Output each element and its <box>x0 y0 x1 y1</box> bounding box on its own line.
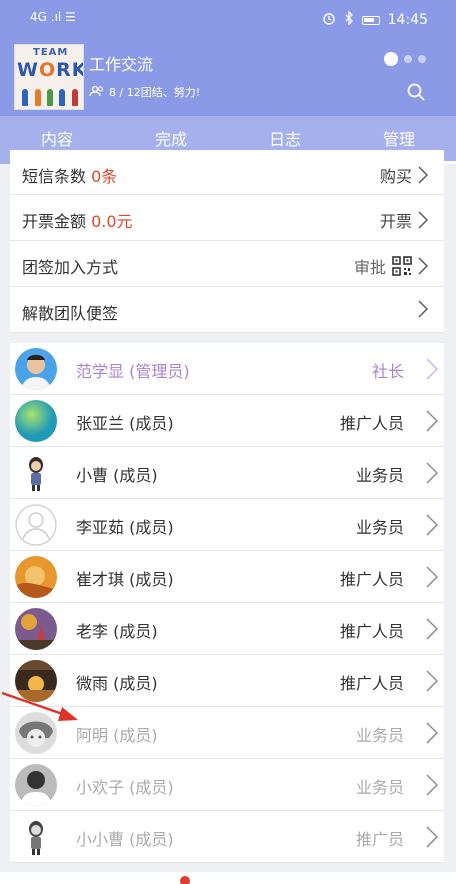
page-dot <box>418 55 426 63</box>
member-name: 张亚兰 (成员) <box>76 414 174 433</box>
member-name: 范学显 (管理员) <box>76 362 190 381</box>
search-icon[interactable] <box>406 82 426 106</box>
member-role: 推广员 <box>355 830 404 849</box>
member-role: 业务员 <box>355 466 404 485</box>
clock: 14:45 <box>387 12 428 28</box>
page-dot <box>384 52 398 66</box>
member-role: 社长 <box>371 362 404 381</box>
member-name: 崔才琪 (成员) <box>76 570 174 589</box>
sms-action[interactable]: 购买 <box>380 163 428 187</box>
dissolve-team-row[interactable]: 解散团队便签 <box>10 287 444 333</box>
member-row[interactable]: 李亚茹 (成员) 业务员 <box>10 499 444 551</box>
team-header: TEAM WORK 工作交流 8 / 12团结、努力! <box>0 36 456 116</box>
notification-badge <box>180 876 190 884</box>
member-row[interactable]: 小小曹 (成员) 推广员 <box>10 811 444 863</box>
logo-work-text: WORK <box>17 59 83 81</box>
avatar <box>15 400 57 442</box>
signal-indicator: 4G .ıl ☰ <box>30 10 76 24</box>
team-logo[interactable]: TEAM WORK <box>14 44 84 110</box>
qr-code-icon <box>392 256 412 276</box>
chevron-right-icon <box>418 257 428 275</box>
battery-icon <box>361 15 380 25</box>
avatar <box>15 608 57 650</box>
page-dot <box>404 55 412 63</box>
team-meta-text: 8 / 12团结、努力! <box>109 86 201 99</box>
default-avatar-icon <box>15 504 57 546</box>
member-name: 李亚茹 (成员) <box>76 518 174 537</box>
members-icon <box>89 85 105 100</box>
team-name: 工作交流 <box>89 55 154 74</box>
settings-list: 短信条数 0条 购买 开票金额 0.0元 开票 团签加入方式 审批 解散团队便签 <box>10 150 444 333</box>
member-role: 推广人员 <box>339 570 404 589</box>
invoice-value: 0.0元 <box>91 212 133 231</box>
member-role: 推广人员 <box>339 622 404 641</box>
member-name: 小曹 (成员) <box>76 466 158 485</box>
alarm-icon <box>322 11 336 29</box>
bluetooth-icon <box>344 10 354 29</box>
member-row[interactable]: 老李 (成员) 推广人员 <box>10 603 444 655</box>
member-list: 范学显 (管理员) 社长 张亚兰 (成员) 推广人员 小曹 (成员) 业务员 李… <box>10 343 444 863</box>
chevron-right-icon <box>426 722 438 744</box>
invoice-action[interactable]: 开票 <box>380 208 428 232</box>
avatar <box>15 764 57 806</box>
avatar <box>15 816 57 858</box>
member-name: 老李 (成员) <box>76 622 158 641</box>
bottom-nav-bar <box>0 872 456 884</box>
chevron-right-icon <box>426 514 438 536</box>
chevron-right-icon <box>426 774 438 796</box>
sms-row[interactable]: 短信条数 0条 购买 <box>10 150 444 195</box>
member-role: 业务员 <box>355 778 404 797</box>
chevron-right-icon <box>426 618 438 640</box>
avatar <box>15 452 57 494</box>
member-row[interactable]: 范学显 (管理员) 社长 <box>10 343 444 395</box>
member-role: 推广人员 <box>339 414 404 433</box>
member-row[interactable]: 张亚兰 (成员) 推广人员 <box>10 395 444 447</box>
avatar <box>15 556 57 598</box>
member-role: 业务员 <box>355 518 404 537</box>
chevron-right-icon <box>426 670 438 692</box>
member-row[interactable]: 小欢子 (成员) 业务员 <box>10 759 444 811</box>
sms-value: 0条 <box>91 167 118 186</box>
member-name: 小欢子 (成员) <box>76 778 174 797</box>
member-row[interactable]: 崔才琪 (成员) 推广人员 <box>10 551 444 603</box>
chevron-right-icon <box>426 826 438 848</box>
avatar <box>15 348 57 390</box>
status-bar: 4G .ıl ☰ 14:45 <box>0 0 456 36</box>
page-dots[interactable] <box>384 52 426 66</box>
chevron-right-icon <box>426 410 438 432</box>
chevron-right-icon <box>426 566 438 588</box>
dissolve-team-label: 解散团队便签 <box>22 304 119 323</box>
member-row[interactable]: 小曹 (成员) 业务员 <box>10 447 444 499</box>
sms-label: 短信条数 0条 <box>22 167 118 186</box>
join-method-label: 团签加入方式 <box>22 258 119 277</box>
join-method-action[interactable]: 审批 <box>354 254 428 278</box>
join-method-row[interactable]: 团签加入方式 审批 <box>10 241 444 287</box>
logo-team-text: TEAM <box>33 47 69 58</box>
status-icons: 14:45 <box>322 10 428 29</box>
chevron-right-icon <box>418 300 428 318</box>
invoice-label: 开票金额 0.0元 <box>22 212 133 231</box>
member-role: 业务员 <box>355 726 404 745</box>
chevron-right-icon <box>418 211 428 229</box>
dissolve-team-action[interactable] <box>418 300 428 318</box>
invoice-row[interactable]: 开票金额 0.0元 开票 <box>10 195 444 241</box>
chevron-right-icon <box>418 166 428 184</box>
team-meta: 8 / 12团结、努力! <box>89 84 200 100</box>
chevron-right-icon <box>426 358 438 380</box>
member-role: 推广人员 <box>339 674 404 693</box>
annotation-arrow-icon <box>1 691 78 721</box>
logo-people-illustration <box>19 86 81 106</box>
member-name: 小小曹 (成员) <box>76 830 174 849</box>
chevron-right-icon <box>426 462 438 484</box>
